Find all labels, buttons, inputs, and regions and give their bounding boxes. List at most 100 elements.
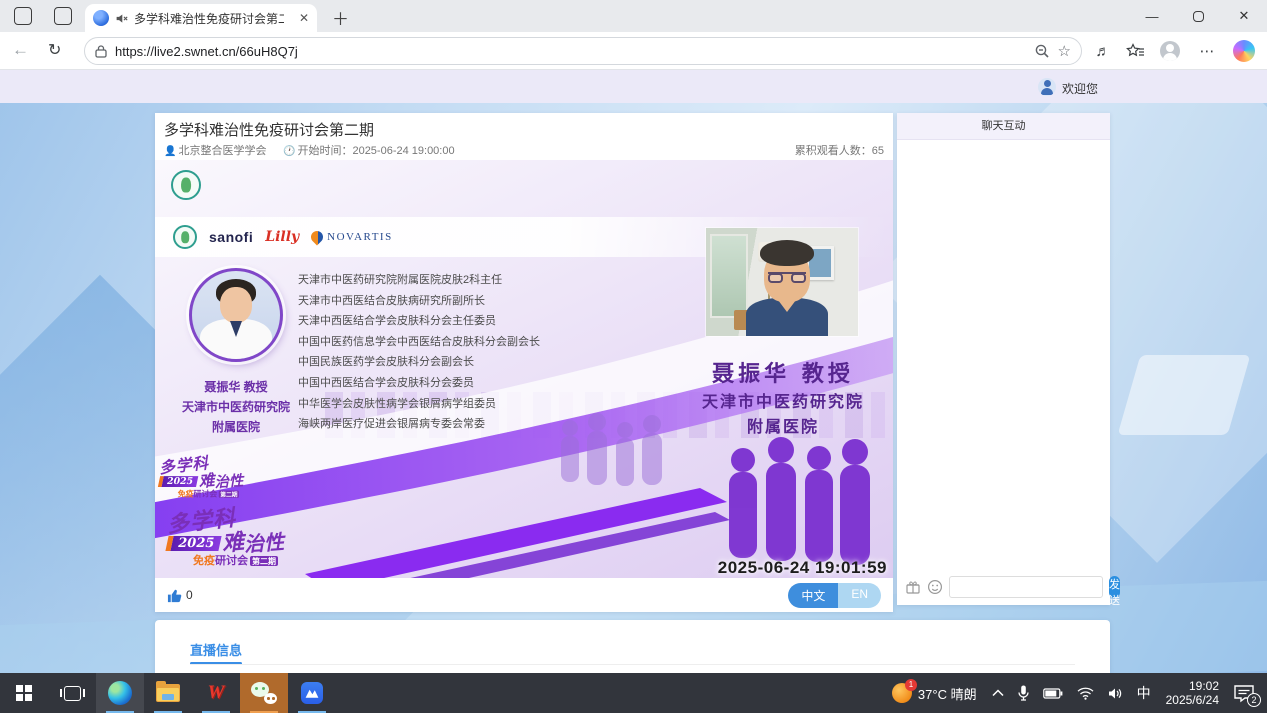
society-logo <box>171 170 201 200</box>
background-decoration <box>1118 355 1251 435</box>
speaker-org-line2: 附属医院 <box>155 418 317 435</box>
wechat-icon <box>251 682 277 704</box>
taskbar-meeting[interactable] <box>288 673 336 713</box>
conference-logo-watermark: 多学科 2025难治性 免疫研讨会第二期 <box>167 508 284 566</box>
windows-logo-icon <box>16 685 32 701</box>
favorites-bar-icon[interactable] <box>1124 40 1146 62</box>
battery-icon[interactable] <box>1036 673 1070 713</box>
wifi-icon[interactable] <box>1070 673 1101 713</box>
chat-message-input[interactable] <box>949 576 1103 598</box>
credential-line: 中国中医药信息学会中西医结合皮肤科分会副会长 <box>298 332 628 353</box>
taskbar-wechat[interactable] <box>240 673 288 713</box>
lang-en-button[interactable]: EN <box>838 583 881 608</box>
favorite-star-icon[interactable]: ☆ <box>1058 42 1071 60</box>
overlay-speaker-org1: 天津市中医药研究院 <box>673 388 893 412</box>
lang-zh-button[interactable]: 中文 <box>788 583 838 608</box>
taskbar-edge[interactable] <box>96 673 144 713</box>
language-toggle[interactable]: 中文 EN <box>788 583 881 608</box>
society-logo-small <box>173 225 197 249</box>
speaker-webcam-feed <box>706 228 858 336</box>
speaker-credentials: 天津市中医药研究院附属医院皮肤2科主任 天津市中西医结合皮肤病研究所副所长 天津… <box>298 270 628 435</box>
like-count: 0 <box>186 588 193 602</box>
tab-audio-muted-icon[interactable] <box>115 12 128 25</box>
chat-input-row: 发送 <box>897 576 1110 598</box>
browser-tab[interactable]: 多学科难治性免疫研讨会第二 ✕ <box>85 4 317 32</box>
tray-chevron[interactable] <box>985 673 1011 713</box>
tab-close-icon[interactable]: ✕ <box>299 11 309 25</box>
browser-titlebar: 多学科难治性免疫研讨会第二 ✕ ＋ — ✕ <box>0 0 1267 32</box>
stream-timestamp: 2025-06-24 19:01:59 <box>718 558 887 578</box>
new-tab-button[interactable]: ＋ <box>332 5 349 30</box>
edge-icon <box>108 681 132 705</box>
workspaces-icon[interactable] <box>14 7 32 25</box>
task-view-icon <box>64 686 81 701</box>
windows-taskbar: W 1 37°C 晴朗 中 19:022025/6/24 2 <box>0 673 1267 713</box>
notification-badge: 2 <box>1247 693 1261 707</box>
address-bar[interactable]: https://live2.swnet.cn/66uH8Q7j ☆ <box>84 37 1082 65</box>
video-player[interactable]: sanofi Lilly NOVARTIS 聂振华 教授 天津市中医药研究院 附… <box>155 160 893 578</box>
weather-text: 37°C 晴朗 <box>918 684 977 703</box>
conference-logo-small: 多学科 2025难治性 免疫研讨会第二期 <box>159 456 243 498</box>
sponsor-lilly-logo: Lilly <box>265 229 299 245</box>
close-button[interactable]: ✕ <box>1221 0 1267 32</box>
player-footer: 0 中文 EN <box>155 578 893 612</box>
like-button[interactable]: 0 <box>167 588 193 603</box>
weather-badge: 1 <box>905 679 917 691</box>
restore-button[interactable] <box>1175 0 1221 32</box>
tab-title: 多学科难治性免疫研讨会第二 <box>134 10 284 27</box>
start-time: 🕐开始时间：2025-06-24 19:00:00 <box>283 142 455 158</box>
webpage: 欢迎您 多学科难治性免疫研讨会第二期 👤北京整合医学学会 🕐开始时间：2025-… <box>0 70 1267 673</box>
send-button[interactable]: 发送 <box>1109 576 1120 598</box>
tab-actions-icon[interactable] <box>54 7 72 25</box>
url-text[interactable]: https://live2.swnet.cn/66uH8Q7j <box>115 44 1026 59</box>
organizer: 👤北京整合医学学会 <box>164 142 266 158</box>
copilot-icon[interactable] <box>1233 40 1255 62</box>
settings-more-icon[interactable]: ⋯ <box>1196 40 1218 62</box>
back-icon[interactable]: ← <box>12 40 29 60</box>
clock[interactable]: 19:022025/6/24 <box>1158 673 1227 713</box>
taskbar-wps[interactable]: W <box>192 673 240 713</box>
credential-line: 天津中西医结合学会皮肤科分会主任委员 <box>298 311 628 332</box>
welcome-text: 欢迎您 <box>1062 80 1098 97</box>
credential-line: 中华医学会皮肤性病学会银屑病学组委员 <box>298 394 628 415</box>
wps-icon: W <box>208 682 225 704</box>
speaker-name: 聂振华 教授 <box>155 378 317 395</box>
weather-widget[interactable]: 1 37°C 晴朗 <box>884 673 985 713</box>
refresh-icon[interactable]: ↻ <box>48 40 61 60</box>
overlay-speaker-name: 聂振华 教授 <box>673 356 893 388</box>
zoom-indicator-icon[interactable] <box>1034 43 1050 59</box>
file-explorer-icon <box>156 684 180 702</box>
taskbar-explorer[interactable] <box>144 673 192 713</box>
clock-icon: 🕐 <box>283 146 295 157</box>
chat-panel: 聊天互动 发送 <box>897 113 1110 605</box>
tab-favicon <box>93 10 109 26</box>
meeting-app-icon <box>301 682 323 704</box>
notification-center[interactable]: 2 <box>1227 673 1267 713</box>
live-header: 多学科难治性免疫研讨会第二期 👤北京整合医学学会 🕐开始时间：2025-06-2… <box>155 113 893 160</box>
microphone-icon[interactable] <box>1011 673 1036 713</box>
live-info-card: 直播信息 <box>155 620 1110 673</box>
gift-icon[interactable] <box>905 579 921 595</box>
ime-indicator[interactable]: 中 <box>1130 673 1158 713</box>
date: 2025/6/24 <box>1166 693 1219 707</box>
credential-line: 中国民族医药学会皮肤科分会副会长 <box>298 352 628 373</box>
divider <box>190 664 1075 665</box>
lock-icon <box>95 44 107 58</box>
task-view-button[interactable] <box>48 673 96 713</box>
minimize-button[interactable]: — <box>1129 0 1175 32</box>
credential-line: 天津市中西医结合皮肤病研究所副所长 <box>298 291 628 312</box>
credential-line: 海峡两岸医疗促进会银屑病专委会常委 <box>298 414 628 435</box>
tab-live-info[interactable]: 直播信息 <box>190 640 242 659</box>
emoji-icon[interactable] <box>927 579 943 595</box>
speaker-org-line1: 天津市中医药研究院 <box>155 398 317 415</box>
sponsor-novartis-logo: NOVARTIS <box>311 231 393 243</box>
media-controls-icon[interactable]: ♬ <box>1092 40 1114 62</box>
profile-avatar[interactable] <box>1160 41 1180 61</box>
thumbs-up-icon[interactable] <box>167 588 182 603</box>
volume-icon[interactable] <box>1101 673 1130 713</box>
time: 19:02 <box>1166 679 1219 693</box>
start-button[interactable] <box>0 673 48 713</box>
novartis-flame-icon <box>309 229 326 246</box>
user-avatar-icon[interactable] <box>1038 78 1056 96</box>
credential-line: 天津市中医药研究院附属医院皮肤2科主任 <box>298 270 628 291</box>
